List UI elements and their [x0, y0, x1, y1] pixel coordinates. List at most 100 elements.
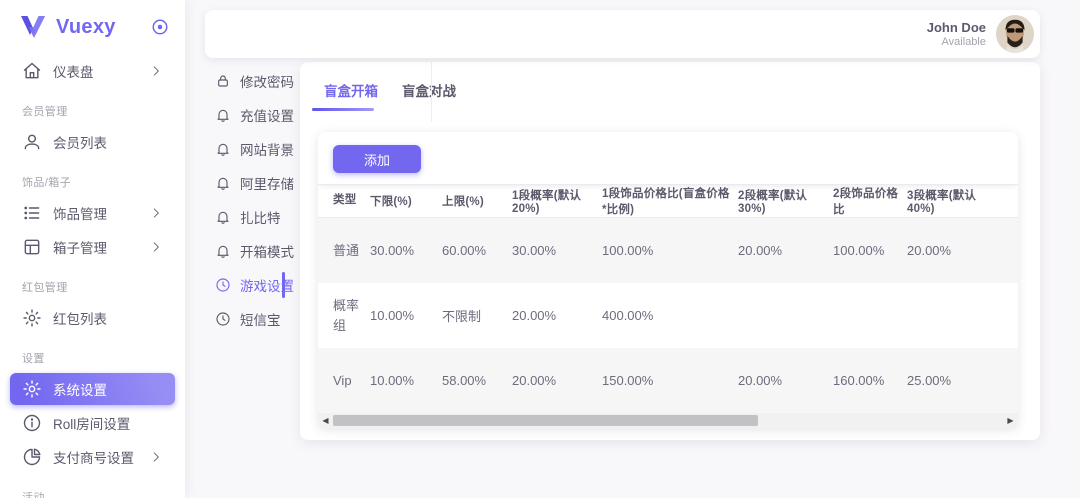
scrollbar-thumb[interactable]: [333, 415, 758, 426]
sidebar-item[interactable]: 箱子管理: [10, 231, 175, 263]
settings-menu-item-label: 开箱模式: [240, 241, 294, 261]
sidebar-item[interactable]: 仪表盘: [10, 55, 175, 87]
table-cell: 普通: [318, 241, 370, 261]
chevron-right-icon: [149, 240, 163, 254]
table-cell: 概率组: [318, 296, 370, 335]
sidebar-item-label: 系统设置: [53, 379, 163, 399]
table-row: 概率组10.00%不限制20.00%400.00%: [318, 283, 1018, 348]
scroll-left-icon[interactable]: ◀: [318, 413, 333, 428]
sidebar-item-label: 红包列表: [53, 308, 163, 328]
settings-menu-item-label: 修改密码: [240, 71, 294, 91]
chevron-right-icon: [149, 450, 163, 464]
user-meta: John Doe Available: [927, 20, 986, 48]
sidebar-section-label: 饰品/箱子: [10, 174, 175, 190]
bell-icon: [215, 243, 231, 259]
table-cell: 100.00%: [833, 243, 907, 258]
home-icon: [22, 61, 42, 81]
column-header: 2段概率(默认30%): [738, 187, 833, 215]
user-status: Available: [927, 36, 986, 48]
sidebar: Vuexy 仪表盘会员管理会员列表饰品/箱子饰品管理箱子管理红包管理红包列表设置…: [0, 0, 185, 498]
horizontal-scrollbar: ◀ ▶: [318, 413, 1018, 428]
info-icon: [22, 413, 42, 433]
column-header: 1段饰品价格比(盲盒价格*比例): [602, 185, 738, 217]
sidebar-item[interactable]: 支付商号设置: [10, 441, 175, 473]
table-cell: 100.00%: [602, 243, 738, 258]
scroll-right-icon[interactable]: ▶: [1003, 413, 1018, 428]
scrollbar-track[interactable]: [333, 413, 1003, 428]
settings-menu-item[interactable]: 网站背景: [195, 132, 283, 166]
top-header: John Doe Available: [205, 10, 1040, 58]
data-table: 类型下限(%)上限(%)1段概率(默认20%)1段饰品价格比(盲盒价格*比例)2…: [318, 185, 1018, 413]
settings-menu-item[interactable]: 充值设置: [195, 98, 283, 132]
tab-blindbox-battle[interactable]: 盲盒对战: [402, 80, 456, 114]
settings-menu-item-label: 充值设置: [240, 105, 294, 125]
bell-icon: [215, 141, 231, 157]
logo-row: Vuexy: [0, 0, 185, 47]
main-content-card: 盲盒开箱 盲盒对战 添加 类型下限(%)上限(%)1段概率(默认20%)1段饰品…: [300, 62, 1040, 440]
column-header: 上限(%): [442, 193, 512, 209]
column-header: 1段概率(默认20%): [512, 187, 602, 215]
sidebar-item-label: Roll房间设置: [53, 413, 163, 433]
add-button[interactable]: 添加: [333, 145, 421, 173]
bell-icon: [215, 175, 231, 191]
sidebar-item-label: 饰品管理: [53, 203, 149, 223]
table-cell: 58.00%: [442, 373, 512, 388]
radio-circle-icon[interactable]: [151, 18, 169, 36]
settings-menu-item[interactable]: 扎比特: [195, 200, 283, 234]
settings-menu-item-label: 游戏设置: [240, 275, 294, 295]
user-name: John Doe: [927, 20, 986, 35]
table-row: 普通30.00%60.00%30.00%100.00%20.00%100.00%…: [318, 218, 1018, 283]
table-cell: 160.00%: [833, 373, 907, 388]
settings-menu-item[interactable]: 开箱模式: [195, 234, 283, 268]
table-cell: Vip: [318, 371, 370, 391]
sidebar-item[interactable]: 饰品管理: [10, 197, 175, 229]
pie-icon: [22, 447, 42, 467]
sidebar-item-label: 仪表盘: [53, 61, 149, 81]
column-header: 2段饰品价格比: [833, 185, 907, 217]
column-header: 类型: [318, 192, 370, 209]
settings-menu-item[interactable]: 游戏设置: [195, 268, 283, 302]
settings-menu-item-label: 阿里存储: [240, 173, 294, 193]
sidebar-section-label: 会员管理: [10, 103, 175, 119]
active-tab-underline: [312, 108, 374, 111]
column-header: 3段概率(默认40%): [907, 187, 1003, 215]
sidebar-item[interactable]: 系统设置: [10, 373, 175, 405]
bell-icon: [215, 107, 231, 123]
table-toolbar: 添加: [318, 132, 1018, 185]
settings-menu-item[interactable]: 修改密码: [195, 64, 283, 98]
sidebar-item[interactable]: 会员列表: [10, 126, 175, 158]
settings-menu-item-label: 扎比特: [240, 207, 281, 227]
settings-menu-item[interactable]: 短信宝: [195, 302, 283, 336]
tabs-bar: 盲盒开箱 盲盒对战: [300, 62, 1040, 114]
sidebar-item-label: 支付商号设置: [53, 447, 149, 467]
list-icon: [22, 203, 42, 223]
table-cell: 400.00%: [602, 308, 738, 323]
lock-icon: [215, 73, 231, 89]
table-row: Vip10.00%58.00%20.00%150.00%20.00%160.00…: [318, 348, 1018, 413]
sidebar-section-label: 活动: [10, 489, 175, 498]
table-cell: 不限制: [442, 306, 512, 325]
table-header-row: 类型下限(%)上限(%)1段概率(默认20%)1段饰品价格比(盲盒价格*比例)2…: [318, 185, 1018, 218]
settings-menu-item-label: 网站背景: [240, 139, 294, 159]
user-icon: [22, 132, 42, 152]
table-cell: 25.00%: [907, 373, 1003, 388]
sidebar-item[interactable]: Roll房间设置: [10, 407, 175, 439]
table-cell: 20.00%: [738, 373, 833, 388]
table-cell: 60.00%: [442, 243, 512, 258]
settings-menu-item-label: 短信宝: [240, 309, 281, 329]
table-cell: 20.00%: [907, 243, 1003, 258]
table-card: 添加 类型下限(%)上限(%)1段概率(默认20%)1段饰品价格比(盲盒价格*比…: [318, 132, 1018, 428]
user-avatar[interactable]: [996, 15, 1034, 53]
tabs-divider: [431, 62, 432, 122]
sidebar-item-label: 会员列表: [53, 132, 163, 152]
brand-name: Vuexy: [56, 16, 151, 39]
sidebar-section-label: 红包管理: [10, 279, 175, 295]
vuexy-logo-icon: [20, 15, 46, 39]
bell-icon: [215, 209, 231, 225]
gear-icon: [22, 379, 42, 399]
chevron-right-icon: [149, 64, 163, 78]
column-header: 下限(%): [370, 193, 442, 209]
settings-menu-item[interactable]: 阿里存储: [195, 166, 283, 200]
sidebar-item[interactable]: 红包列表: [10, 302, 175, 334]
table-cell: 20.00%: [738, 243, 833, 258]
